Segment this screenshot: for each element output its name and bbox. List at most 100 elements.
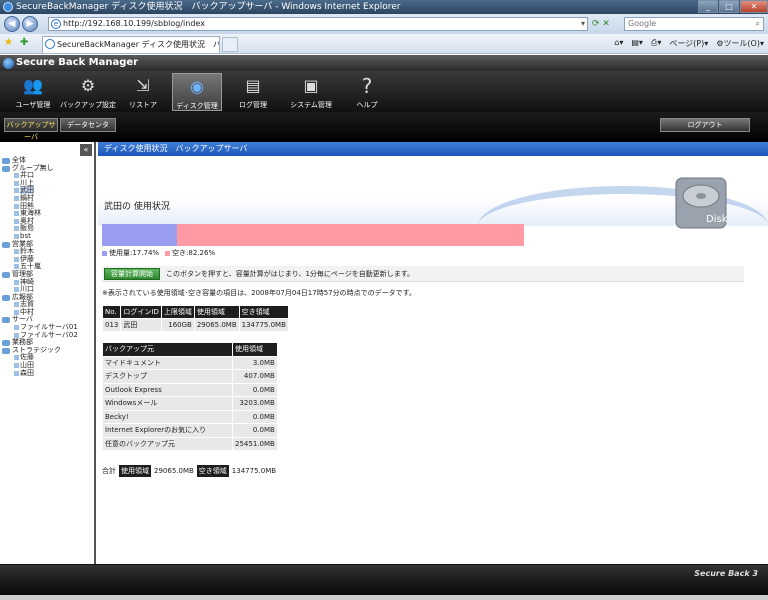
tree-user[interactable]: 伊藤 xyxy=(2,255,92,264)
table-row: Windowsメール 3203.0MB xyxy=(102,396,278,411)
menu-user-management[interactable]: 👥 ユーザ管理 xyxy=(8,73,58,111)
cell-used: 0.0MB xyxy=(232,382,278,397)
col-used: 使用領域 xyxy=(193,305,240,319)
tab-page-icon xyxy=(45,39,55,49)
col-limit: 上限領域 xyxy=(160,305,195,319)
address-input[interactable]: e http://192.168.10.199/sbblog/index ▾ xyxy=(48,17,588,31)
tree-group[interactable]: 営業部 xyxy=(2,240,92,249)
cell-backup-source: 任意のバックアップ元 xyxy=(102,436,233,451)
tree-group[interactable]: グループ無し xyxy=(2,164,92,173)
tree-user[interactable]: 志賀 xyxy=(2,300,92,309)
tree-group[interactable]: 広報部 xyxy=(2,293,92,302)
total-used-label: 使用領域 xyxy=(119,465,151,477)
table-row: Becky! 0.0MB xyxy=(102,409,278,424)
cell-used: 25451.0MB xyxy=(232,436,278,451)
menu-system-management[interactable]: ▣ システム管理 xyxy=(286,73,336,111)
sub-navigation: バックアップサーバ データセンタ ログアウト xyxy=(0,112,768,142)
tree-user[interactable]: 鍋村 xyxy=(2,194,92,203)
tab-title: SecureBackManager ディスク使用状況 バッ... xyxy=(57,40,220,49)
system-icon: ▣ xyxy=(303,76,319,95)
help-icon: ? xyxy=(361,74,373,98)
page-menu[interactable]: ページ(P)▾ xyxy=(669,38,708,49)
window-title-bar: SecureBackManager ディスク使用状況 バックアップサーバ - W… xyxy=(0,0,768,14)
main-menu: 👥 ユーザ管理 ⚙ バックアップ設定 ⇲ リストア ◉ ディスク管理 ▤ ログ管… xyxy=(0,71,768,112)
tree-user[interactable]: 井口 xyxy=(2,171,92,180)
backup-settings-icon: ⚙ xyxy=(80,76,96,95)
tab-current[interactable]: SecureBackManager ディスク使用状況 バッ... xyxy=(42,36,220,53)
url-text: http://192.168.10.199/sbblog/index xyxy=(63,19,205,28)
total-used-value: 29065.0MB xyxy=(154,467,194,475)
tree-user[interactable]: 佐藤 xyxy=(2,354,92,362)
logout-button[interactable]: ログアウト xyxy=(660,118,750,132)
app-title: Secure Back Manager xyxy=(16,57,139,68)
tree-user[interactable]: 神崎 xyxy=(2,278,92,287)
search-icon[interactable]: ⌕ xyxy=(756,18,760,30)
add-favorite-icon[interactable]: ✚ xyxy=(20,37,28,48)
cell-backup-source: Internet Explorerのお気に入り xyxy=(102,423,233,438)
search-input[interactable]: Google ⌕ xyxy=(624,17,764,31)
window-controls: _ □ ✕ xyxy=(697,0,768,14)
tree-user[interactable]: 鈴木 xyxy=(2,247,92,256)
menu-backup-settings[interactable]: ⚙ バックアップ設定 xyxy=(60,73,116,111)
command-bar: ⌂▾ ▤▾ ⎙▾ ページ(P)▾ ⚙ツール(O)▾ xyxy=(614,38,764,49)
menu-restore[interactable]: ⇲ リストア xyxy=(118,73,168,111)
menu-help[interactable]: ? ヘルプ xyxy=(342,73,392,111)
tree-user[interactable]: 武田 xyxy=(2,186,92,195)
cell-no: 013 xyxy=(101,318,122,332)
user-usage-table: No. ログインID 上限領域 使用領域 空き領域 013 武田 160GB 2… xyxy=(101,305,289,332)
menu-disk-management[interactable]: ◉ ディスク管理 xyxy=(172,73,222,111)
favorites-star-icon[interactable]: ★ xyxy=(4,37,13,48)
tree-group[interactable]: 管理部 xyxy=(2,270,92,279)
tree-group[interactable]: ストラテジック xyxy=(2,346,92,355)
cell-limit: 160GB xyxy=(160,318,195,332)
tree-user[interactable]: 森田 xyxy=(2,369,92,378)
usage-heading: 武田の 使用状況 xyxy=(104,202,170,212)
cell-used: 3203.0MB xyxy=(232,396,278,411)
footer-brand: Secure Back 3 xyxy=(694,569,758,578)
disk-banner-icon: Disk xyxy=(675,177,728,229)
new-tab-button[interactable] xyxy=(222,37,238,52)
refresh-icon[interactable]: ⟳ ✕ xyxy=(592,17,622,31)
tree-user[interactable]: 山田 xyxy=(2,361,92,370)
tree-user[interactable]: 田熊 xyxy=(2,202,92,211)
app-footer: Secure Back 3 xyxy=(0,564,768,600)
maximize-button[interactable]: □ xyxy=(719,0,739,13)
table-row: Internet Explorerのお気に入り 0.0MB xyxy=(102,423,278,438)
minimize-button[interactable]: _ xyxy=(698,0,718,13)
tree-user[interactable]: 東海林 xyxy=(2,209,92,218)
col-backup-source: バックアップ元 xyxy=(102,342,233,357)
total-label: 合計 xyxy=(102,467,116,475)
restore-icon: ⇲ xyxy=(136,76,150,95)
col-no: No. xyxy=(101,305,122,319)
back-button[interactable]: ◀ xyxy=(4,16,20,32)
tree-user[interactable]: 川上 xyxy=(2,179,92,188)
tree-user[interactable]: 奥村 xyxy=(2,217,92,226)
legend-free: 空き:82.26% xyxy=(165,248,215,258)
app-header: Secure Back Manager xyxy=(0,55,768,71)
table-row: 任意のバックアップ元 25451.0MB xyxy=(102,436,278,451)
tree-user[interactable]: 飯島 xyxy=(2,225,92,233)
data-center-button[interactable]: データセンタ xyxy=(60,118,116,132)
backup-source-table: バックアップ元 使用領域 マイドキュメント 3.0MB デスクトップ 407.0MB O… xyxy=(102,342,278,451)
total-row: 合計 使用領域 29065.0MB 空き領域 134775.0MB xyxy=(102,465,276,477)
page-title-bar: ディスク使用状況 バックアップサーバ xyxy=(98,142,768,156)
start-calculation-button[interactable]: 容量計算開始 xyxy=(104,268,160,280)
close-button[interactable]: ✕ xyxy=(740,0,768,13)
tools-menu[interactable]: ⚙ツール(O)▾ xyxy=(716,38,764,49)
feeds-icon[interactable]: ▤▾ xyxy=(631,38,643,49)
cell-free: 134775.0MB xyxy=(238,318,289,332)
col-used: 使用領域 xyxy=(232,342,278,357)
horizontal-scrollbar[interactable] xyxy=(0,595,768,600)
address-dropdown-icon[interactable]: ▾ xyxy=(581,18,585,30)
log-icon: ▤ xyxy=(245,76,261,95)
home-icon[interactable]: ⌂▾ xyxy=(614,38,623,49)
menu-log-management[interactable]: ▤ ログ管理 xyxy=(228,73,278,111)
print-icon[interactable]: ⎙▾ xyxy=(651,38,661,49)
cell-used: 407.0MB xyxy=(232,369,278,384)
cell-backup-source: Outlook Express xyxy=(102,382,233,397)
forward-button[interactable]: ▶ xyxy=(22,16,38,32)
cell-used: 3.0MB xyxy=(232,355,278,370)
app-logo-icon xyxy=(3,58,14,69)
backup-server-button[interactable]: バックアップサーバ xyxy=(4,118,58,141)
collapse-sidebar-icon[interactable]: « xyxy=(80,144,92,156)
